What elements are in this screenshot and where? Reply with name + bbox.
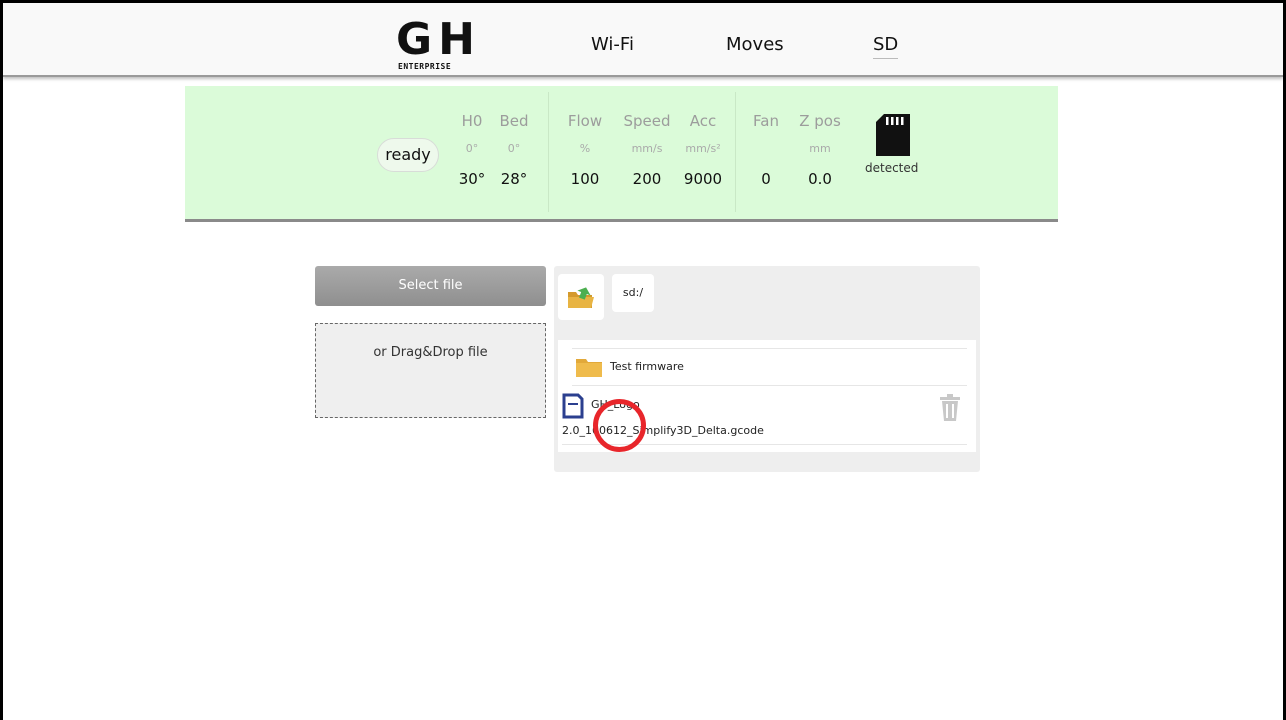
bed-current: 28°: [500, 170, 528, 188]
flow-value[interactable]: 100: [565, 170, 605, 188]
select-file-button[interactable]: Select file: [315, 266, 546, 306]
speed-value[interactable]: 200: [619, 170, 675, 188]
speed-column: Speed mm/s 200: [619, 112, 675, 188]
acc-value[interactable]: 9000: [681, 170, 725, 188]
h0-column: H0 0° 30°: [455, 112, 489, 188]
file-name-line2: 2.0_160612_Simplify3D_Delta.gcode: [562, 424, 764, 437]
h0-current: 30°: [458, 170, 486, 188]
nav-moves[interactable]: Moves: [726, 34, 784, 55]
top-navbar: GH ENTERPRISE Wi-Fi Moves SD: [3, 3, 1283, 77]
fan-column: Fan 0: [749, 112, 783, 188]
gh-logo[interactable]: GH ENTERPRISE: [396, 14, 508, 76]
nav-wifi[interactable]: Wi-Fi: [591, 34, 634, 55]
parent-folder-button[interactable]: [558, 274, 604, 320]
logo-text: GH: [396, 14, 481, 65]
folder-icon: [576, 359, 602, 377]
flow-label: Flow: [567, 112, 603, 130]
zpos-label: Z pos: [799, 112, 841, 130]
drop-zone[interactable]: or Drag&Drop file: [315, 323, 546, 418]
bed-column: Bed 0° 28°: [497, 112, 531, 188]
speed-label: Speed: [623, 112, 671, 130]
separator: [735, 92, 736, 212]
folder-name: Test firmware: [610, 360, 684, 373]
flow-unit: %: [579, 142, 591, 155]
zpos-column: Z pos mm 0.0: [795, 112, 845, 188]
file-name-line1: GH_Logo: [591, 398, 640, 411]
file-list: Test firmware GH_Logo 2.0_160612_Simplif…: [558, 340, 976, 452]
fan-label: Fan: [753, 112, 779, 130]
h0-target: 0°: [465, 142, 479, 155]
sd-status-text: detected: [865, 161, 919, 175]
acc-label: Acc: [689, 112, 717, 130]
fan-value[interactable]: 0: [749, 170, 783, 188]
sd-card-icon: [876, 114, 910, 156]
flow-column: Flow % 100: [565, 112, 605, 188]
state-badge[interactable]: ready: [377, 138, 439, 172]
file-icon: [562, 393, 584, 419]
list-item-file[interactable]: GH_Logo 2.0_160612_Simplify3D_Delta.gcod…: [562, 387, 967, 445]
bed-target: 0°: [507, 142, 521, 155]
drop-zone-label: or Drag&Drop file: [373, 345, 488, 360]
zpos-unit: mm: [809, 142, 831, 155]
printer-status-panel: ready H0 0° 30° Bed 0° 28° Flow % 100 Sp…: [185, 86, 1058, 222]
zpos-value: 0.0: [808, 170, 832, 188]
acc-column: Acc mm/s² 9000: [681, 112, 725, 188]
nav-sd[interactable]: SD: [873, 34, 899, 59]
current-path: sd:/: [612, 274, 654, 312]
bed-label: Bed: [499, 112, 529, 130]
speed-unit: mm/s: [631, 142, 663, 155]
trash-icon[interactable]: [939, 394, 961, 422]
sd-file-browser: sd:/ Test firmware GH_Logo 2.0_160612_Si…: [554, 266, 980, 472]
folder-up-icon: [568, 287, 594, 308]
separator: [548, 92, 549, 212]
logo-subtitle: ENTERPRISE: [398, 62, 452, 71]
list-item-folder[interactable]: Test firmware: [572, 348, 967, 386]
h0-label: H0: [461, 112, 483, 130]
acc-unit: mm/s²: [685, 142, 721, 155]
